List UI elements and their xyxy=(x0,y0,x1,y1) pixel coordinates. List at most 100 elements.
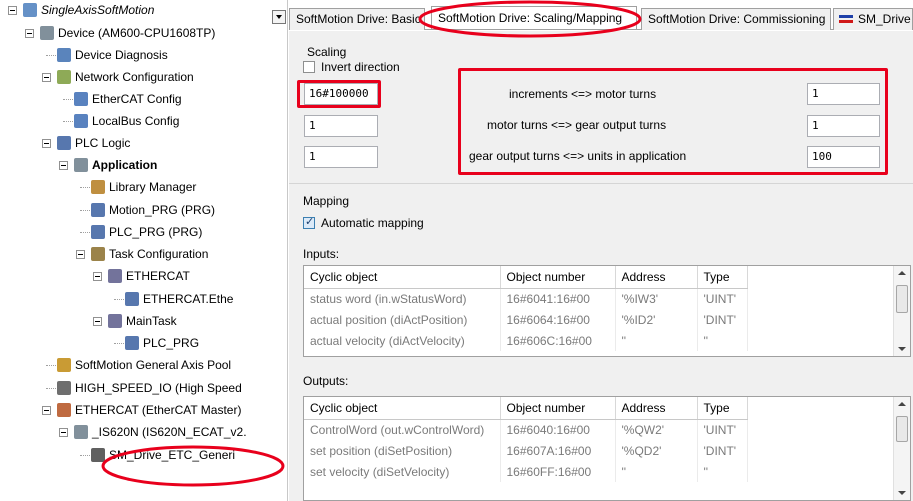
device-tree[interactable]: SingleAxisSoftMotion Device (AM600-CPU160… xyxy=(0,0,288,501)
table-row[interactable]: ControlWord (out.wControlWord) 16#6040:1… xyxy=(304,419,748,440)
collapse-toggle-icon[interactable] xyxy=(42,406,51,415)
collapse-toggle-icon[interactable] xyxy=(8,6,17,15)
tree-node[interactable]: LocalBus Config xyxy=(0,111,287,131)
tree-node-label: EtherCAT Config xyxy=(92,92,182,106)
tree-node[interactable]: MainTask xyxy=(0,311,287,331)
collapse-toggle-icon[interactable] xyxy=(59,428,68,437)
inputs-col-object-number[interactable]: Object number xyxy=(500,266,616,289)
project-icon xyxy=(23,3,37,17)
library-icon xyxy=(91,180,105,194)
tree-dropdown-button[interactable] xyxy=(272,10,286,24)
tab-scaling-mapping[interactable]: SoftMotion Drive: Scaling/Mapping xyxy=(431,6,637,29)
editor-tab-bar: SoftMotion Drive: Basic SoftMotion Drive… xyxy=(289,6,913,30)
output-cell: set position (diSetPosition) xyxy=(304,440,501,461)
gear-output-turns-field[interactable]: 1 xyxy=(304,146,378,168)
table-row[interactable]: actual velocity (diActVelocity) 16#606C:… xyxy=(304,330,748,351)
io-icon xyxy=(57,381,71,395)
tree-node[interactable]: Task Configuration xyxy=(0,244,287,264)
drive-tab-icon xyxy=(839,15,853,23)
scroll-down-arrow-icon[interactable] xyxy=(898,347,906,351)
outputs-col-type[interactable]: Type xyxy=(697,397,748,420)
tree-node[interactable]: SingleAxisSoftMotion xyxy=(0,0,287,20)
inputs-title: Inputs: xyxy=(303,247,340,261)
tree-node[interactable]: PLC_PRG (PRG) xyxy=(0,222,287,242)
tree-node-label: Device (AM600-CPU1608TP) xyxy=(58,26,216,40)
input-cell: 16#606C:16#00 xyxy=(500,330,616,351)
scaling-mapping-page: Scaling Invert direction 16#100000 1 1 i… xyxy=(289,31,913,501)
collapse-toggle-icon[interactable] xyxy=(76,250,85,259)
tree-connector xyxy=(46,365,56,366)
tab-sm-drive-label: SM_Drive xyxy=(858,12,911,26)
output-cell: 16#60FF:16#00 xyxy=(500,461,616,482)
highlight-increments-box xyxy=(297,80,381,108)
tree-node[interactable]: PLC_PRG xyxy=(0,333,287,353)
tree-connector xyxy=(114,343,124,344)
inputs-col-cyclic-object[interactable]: Cyclic object xyxy=(304,266,501,289)
tree-node[interactable]: Application xyxy=(0,155,287,175)
tree-node[interactable]: ETHERCAT xyxy=(0,266,287,286)
tree-node[interactable]: SoftMotion General Axis Pool xyxy=(0,355,287,375)
tree-connector xyxy=(80,455,90,456)
tree-node-label: Device Diagnosis xyxy=(75,48,168,62)
table-row[interactable]: actual position (diActPosition) 16#6064:… xyxy=(304,309,748,330)
tree-node[interactable]: _IS620N (IS620N_ECAT_v2. xyxy=(0,422,287,442)
table-row[interactable]: set velocity (diSetVelocity) 16#60FF:16#… xyxy=(304,461,748,482)
automatic-mapping-checkbox[interactable] xyxy=(303,215,315,229)
tree-node[interactable]: HIGH_SPEED_IO (High Speed xyxy=(0,378,287,398)
tree-node[interactable]: ETHERCAT.Ethe xyxy=(0,289,287,309)
tree-node[interactable]: SM_Drive_ETC_Generi xyxy=(0,445,287,465)
tree-node[interactable]: Library Manager xyxy=(0,177,287,197)
task-icon xyxy=(108,314,122,328)
tree-node[interactable]: Device Diagnosis xyxy=(0,45,287,65)
program-icon xyxy=(91,203,105,217)
scroll-up-arrow-icon[interactable] xyxy=(898,402,906,406)
output-cell: 16#607A:16#00 xyxy=(500,440,616,461)
ethercat-master-icon xyxy=(57,403,71,417)
inputs-col-address[interactable]: Address xyxy=(615,266,698,289)
tree-node-label: LocalBus Config xyxy=(92,114,180,128)
table-row[interactable]: status word (in.wStatusWord) 16#6041:16#… xyxy=(304,288,748,309)
invert-direction-checkbox[interactable] xyxy=(303,61,315,73)
tree-connector xyxy=(114,299,124,300)
divider xyxy=(289,183,913,184)
tab-commissioning[interactable]: SoftMotion Drive: Commissioning xyxy=(641,8,831,30)
output-cell: 16#6040:16#00 xyxy=(500,419,616,440)
output-cell: 'UINT' xyxy=(697,419,748,440)
inputs-table[interactable]: Cyclic object Object number Address Type… xyxy=(303,265,911,357)
tree-node-label: SM_Drive_ETC_Generi xyxy=(109,448,236,462)
tab-sm-drive[interactable]: SM_Drive xyxy=(833,8,913,30)
inputs-scrollbar[interactable] xyxy=(893,266,910,356)
tree-node[interactable]: EtherCAT Config xyxy=(0,89,287,109)
diagnosis-icon xyxy=(57,48,71,62)
table-row[interactable]: set position (diSetPosition) 16#607A:16#… xyxy=(304,440,748,461)
collapse-toggle-icon[interactable] xyxy=(25,29,34,38)
collapse-toggle-icon[interactable] xyxy=(93,317,102,326)
tree-node[interactable]: Motion_PRG (PRG) xyxy=(0,200,287,220)
collapse-toggle-icon[interactable] xyxy=(93,272,102,281)
scroll-up-arrow-icon[interactable] xyxy=(898,271,906,275)
tab-softmotion-basic[interactable]: SoftMotion Drive: Basic xyxy=(289,8,425,30)
inputs-col-type[interactable]: Type xyxy=(697,266,748,289)
tree-connector xyxy=(80,232,90,233)
motor-turns-field[interactable]: 1 xyxy=(304,115,378,137)
scroll-thumb[interactable] xyxy=(896,285,908,313)
collapse-toggle-icon[interactable] xyxy=(59,161,68,170)
tree-node[interactable]: PLC Logic xyxy=(0,133,287,153)
call-icon xyxy=(125,292,139,306)
collapse-toggle-icon[interactable] xyxy=(42,73,51,82)
outputs-col-object-number[interactable]: Object number xyxy=(500,397,616,420)
collapse-toggle-icon[interactable] xyxy=(42,139,51,148)
outputs-scrollbar[interactable] xyxy=(893,397,910,500)
inputs-header-row: Cyclic object Object number Address Type xyxy=(304,266,748,289)
tree-node-label: PLC Logic xyxy=(75,136,131,150)
tree-node[interactable]: Device (AM600-CPU1608TP) xyxy=(0,23,287,43)
tree-node-label: SoftMotion General Axis Pool xyxy=(75,358,232,372)
scroll-down-arrow-icon[interactable] xyxy=(898,491,906,495)
outputs-col-cyclic-object[interactable]: Cyclic object xyxy=(304,397,501,420)
outputs-table[interactable]: Cyclic object Object number Address Type… xyxy=(303,396,911,501)
tree-node[interactable]: ETHERCAT (EtherCAT Master) xyxy=(0,400,287,420)
outputs-col-address[interactable]: Address xyxy=(615,397,698,420)
tree-connector xyxy=(46,55,56,56)
scroll-thumb[interactable] xyxy=(896,416,908,442)
tree-node[interactable]: Network Configuration xyxy=(0,67,287,87)
